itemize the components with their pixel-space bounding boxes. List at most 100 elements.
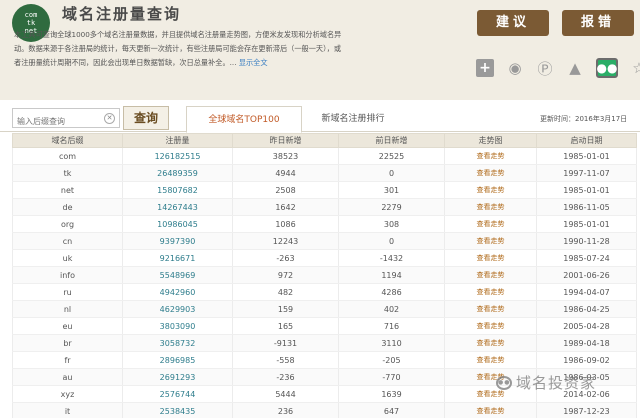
report-error-button[interactable]: 报错 <box>562 10 634 36</box>
cell-start-date: 1985-01-01 <box>536 215 637 233</box>
cell-day-before: 301 <box>338 181 445 199</box>
cell-suffix: br <box>12 334 123 352</box>
cell-suffix: cn <box>12 232 123 250</box>
cell-day-before: 716 <box>338 317 445 335</box>
tab-new-domain-ranking[interactable]: 新域名注册排行 <box>308 106 398 133</box>
cell-registrations: 2691293 <box>122 368 233 386</box>
clear-icon[interactable]: ✕ <box>104 113 115 124</box>
star-icon[interactable]: ☆ <box>630 59 640 77</box>
cell-trend-link[interactable]: 查看走势 <box>444 266 537 284</box>
cell-trend-link[interactable]: 查看走势 <box>444 317 537 335</box>
cell-day-before: 0 <box>338 232 445 250</box>
col-header-start-date: 启动日期 <box>536 133 637 148</box>
table-row: net 15807682 2508 301 查看走势 1985-01-01 <box>12 181 637 199</box>
cell-suffix: fr <box>12 351 123 369</box>
cell-trend-link[interactable]: 查看走势 <box>444 300 537 318</box>
cell-start-date: 1986-04-25 <box>536 300 637 318</box>
hat-icon[interactable]: ▲ <box>566 59 584 77</box>
watermark-text: 域名投资家 <box>516 374 597 392</box>
col-header-registrations: 注册量 <box>122 133 233 148</box>
cell-registrations: 15807682 <box>122 181 233 199</box>
cell-day-before: -205 <box>338 351 445 369</box>
col-header-trend: 走势图 <box>444 133 537 148</box>
table-row: uk 9216671 -263 -1432 查看走势 1985-07-24 <box>12 249 637 267</box>
weibo-icon[interactable]: ◉ <box>506 59 524 77</box>
page-header: com tk net 域名注册量查询 本工具可查询全球1000多个域名注册量数据… <box>0 0 640 100</box>
cell-yesterday: 1642 <box>232 198 339 216</box>
cell-suffix: xyz <box>12 385 123 403</box>
description-text: 本工具可查询全球1000多个域名注册量数据，并且提供域名注册量走势图，方便米友发… <box>14 30 342 67</box>
cell-start-date: 2005-04-28 <box>536 317 637 335</box>
cell-day-before: 1639 <box>338 385 445 403</box>
cell-yesterday: 165 <box>232 317 339 335</box>
cell-yesterday: 2508 <box>232 181 339 199</box>
cell-yesterday: 482 <box>232 283 339 301</box>
cell-suffix: uk <box>12 249 123 267</box>
cell-start-date: 1985-07-24 <box>536 249 637 267</box>
plus-icon[interactable]: + <box>476 59 494 77</box>
cell-trend-link[interactable]: 查看走势 <box>444 402 537 418</box>
pinterest-icon[interactable]: Ⓟ <box>536 59 554 78</box>
cell-day-before: -770 <box>338 368 445 386</box>
cell-trend-link[interactable]: 查看走势 <box>444 215 537 233</box>
cell-start-date: 1987-12-23 <box>536 402 637 418</box>
search-input[interactable] <box>13 112 101 131</box>
cell-yesterday: 38523 <box>232 147 339 165</box>
cell-start-date: 1985-01-01 <box>536 181 637 199</box>
table-row: nl 4629903 159 402 查看走势 1986-04-25 <box>12 300 637 318</box>
logo-line-1: com <box>24 11 38 19</box>
table-row: br 3058732 -9131 3110 查看走势 1989-04-18 <box>12 334 637 352</box>
cell-trend-link[interactable]: 查看走势 <box>444 181 537 199</box>
cell-suffix: ru <box>12 283 123 301</box>
cell-registrations: 5548969 <box>122 266 233 284</box>
table-row: com 126182515 38523 22525 查看走势 1985-01-01 <box>12 147 637 165</box>
cell-suffix: net <box>12 181 123 199</box>
cell-trend-link[interactable]: 查看走势 <box>444 283 537 301</box>
cell-start-date: 1989-04-18 <box>536 334 637 352</box>
cell-yesterday: 12243 <box>232 232 339 250</box>
cell-start-date: 1997-11-07 <box>536 164 637 182</box>
watermark: ●● 域名投资家 <box>496 372 596 393</box>
tab-global-top100[interactable]: 全球域名TOP100 <box>186 106 302 133</box>
table-row: it 2538435 236 647 查看走势 1987-12-23 <box>12 402 637 418</box>
cell-trend-link[interactable]: 查看走势 <box>444 164 537 182</box>
cell-yesterday: -558 <box>232 351 339 369</box>
cell-registrations: 3803090 <box>122 317 233 335</box>
table-row: info 5548969 972 1194 查看走势 2001-06-26 <box>12 266 637 284</box>
table-row: ru 4942960 482 4286 查看走势 1994-04-07 <box>12 283 637 301</box>
table-row: org 10986045 1086 308 查看走势 1985-01-01 <box>12 215 637 233</box>
cell-trend-link[interactable]: 查看走势 <box>444 232 537 250</box>
cell-day-before: 308 <box>338 215 445 233</box>
cell-yesterday: -236 <box>232 368 339 386</box>
cell-suffix: org <box>12 215 123 233</box>
cell-suffix: eu <box>12 317 123 335</box>
cell-start-date: 1994-04-07 <box>536 283 637 301</box>
table-row: cn 9397390 12243 0 查看走势 1990-11-28 <box>12 232 637 250</box>
cell-trend-link[interactable]: 查看走势 <box>444 249 537 267</box>
cell-trend-link[interactable]: 查看走势 <box>444 147 537 165</box>
cell-trend-link[interactable]: 查看走势 <box>444 351 537 369</box>
col-header-day-before: 前日新增 <box>338 133 445 148</box>
cell-registrations: 2896985 <box>122 351 233 369</box>
search-button[interactable]: 查询 <box>123 106 169 130</box>
cell-start-date: 1990-11-28 <box>536 232 637 250</box>
cell-day-before: -1432 <box>338 249 445 267</box>
cell-suffix: info <box>12 266 123 284</box>
cell-yesterday: 236 <box>232 402 339 418</box>
cell-day-before: 3110 <box>338 334 445 352</box>
wechat-icon[interactable]: ●● <box>596 58 618 78</box>
show-full-text-link[interactable]: 显示全文 <box>239 58 268 67</box>
col-header-suffix: 域名后缀 <box>12 133 123 148</box>
page-title: 域名注册量查询 <box>62 5 182 23</box>
cell-start-date: 1985-01-01 <box>536 147 637 165</box>
update-time: 更新时间：2016年3月17日 <box>540 115 628 123</box>
cell-day-before: 4286 <box>338 283 445 301</box>
cell-registrations: 26489359 <box>122 164 233 182</box>
cell-day-before: 2279 <box>338 198 445 216</box>
cell-yesterday: 4944 <box>232 164 339 182</box>
cell-trend-link[interactable]: 查看走势 <box>444 334 537 352</box>
suggest-button[interactable]: 建议 <box>477 10 549 36</box>
cell-trend-link[interactable]: 查看走势 <box>444 198 537 216</box>
cell-day-before: 647 <box>338 402 445 418</box>
cell-registrations: 4629903 <box>122 300 233 318</box>
